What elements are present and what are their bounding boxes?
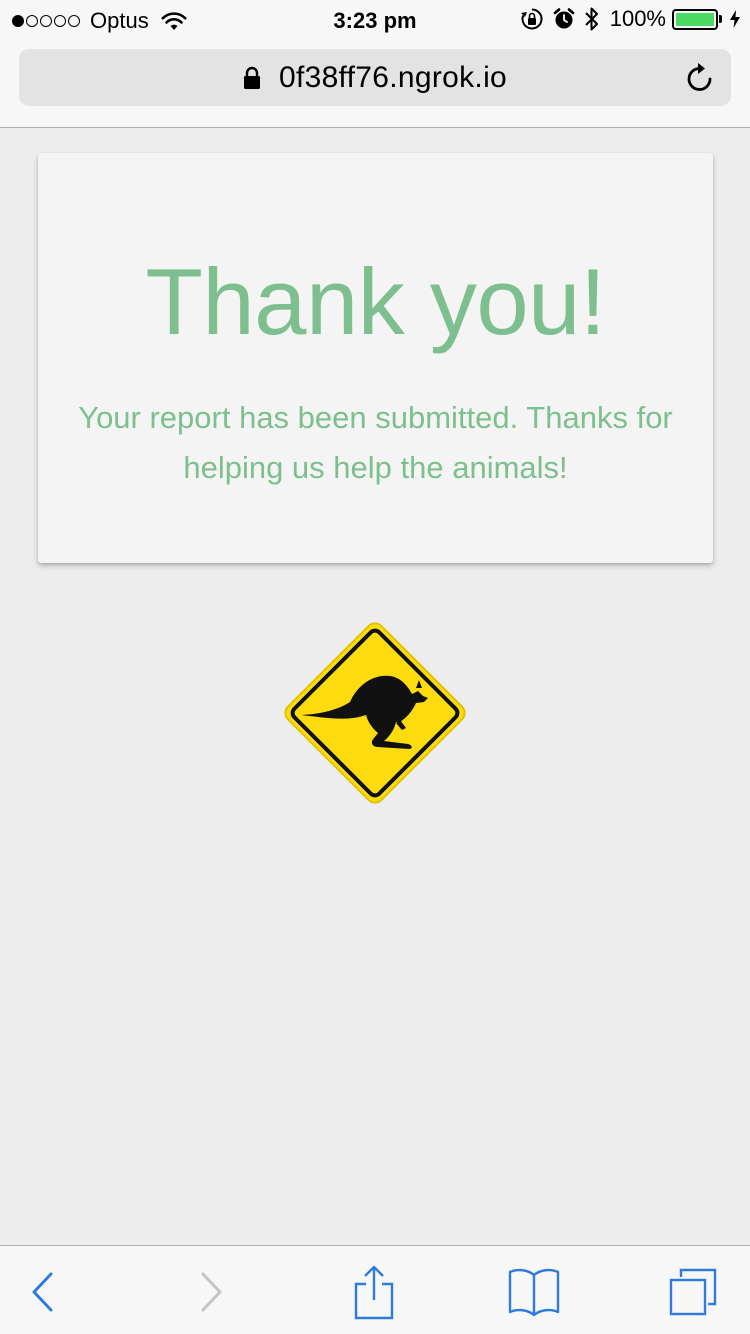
alarm-icon [552,7,576,31]
tabs-button[interactable] [665,1264,721,1320]
back-icon [32,1272,53,1312]
bluetooth-icon [584,6,600,32]
confirmation-card: Thank you! Your report has been submitte… [38,153,713,563]
address-bar[interactable]: 0f38ff76.ngrok.io [19,49,731,106]
tabs-icon [669,1268,717,1316]
battery-nub [719,15,722,23]
share-button[interactable] [346,1264,402,1320]
battery-level [676,12,714,26]
address-display[interactable]: 0f38ff76.ngrok.io [19,49,731,106]
orientation-lock-icon [520,7,544,31]
status-bar: Optus 3:23 pm 100% [0,0,750,40]
status-right: 100% [512,6,740,32]
charging-bolt-icon [730,10,740,28]
battery-percent: 100% [609,6,666,31]
forward-button[interactable] [183,1264,239,1320]
back-button[interactable] [15,1264,71,1320]
browser-toolbar [0,1245,750,1334]
share-icon [354,1265,394,1320]
kangaroo-crossing-sign [284,622,466,804]
forward-icon [201,1272,222,1312]
battery-icon [672,8,718,30]
lock-icon [243,66,260,89]
reload-icon[interactable] [685,62,715,94]
bookmarks-button[interactable] [506,1264,562,1320]
confirmation-message: Your report has been submitted. Thanks f… [78,400,673,485]
thank-you-heading: Thank you! [145,249,606,354]
bookmarks-icon [508,1268,560,1317]
browser-top-chrome: Optus 3:23 pm 100% 0f38ff76.ngrok.io [0,0,750,128]
url-text: 0f38ff76.ngrok.io [278,60,508,94]
